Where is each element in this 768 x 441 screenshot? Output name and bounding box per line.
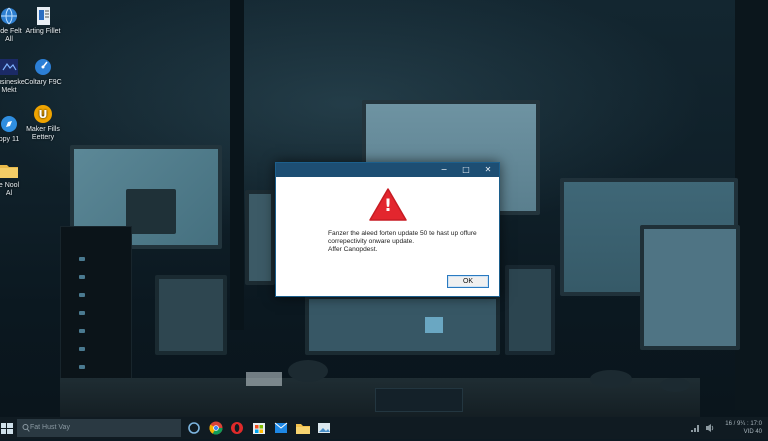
u-badge-icon: U — [33, 104, 53, 124]
desktop-icon-label: All — [5, 36, 13, 43]
chrome-icon[interactable] — [208, 420, 224, 436]
background-monitor — [155, 275, 227, 355]
desktop-icon[interactable]: Coltary F9C — [12, 57, 74, 87]
background-monitor — [505, 265, 555, 355]
close-button[interactable]: ✕ — [477, 163, 499, 177]
svg-text:U: U — [39, 108, 48, 121]
background-pillar — [230, 0, 244, 330]
dialog-message-line: Affer Canopdest. — [328, 246, 378, 253]
background-object — [288, 360, 328, 382]
warning-dialog: − □ ✕ ! Fanzer the aleed forten update 5… — [275, 162, 500, 297]
desktop-icon-label: Coltary F9C — [24, 79, 62, 86]
windows-logo-icon — [1, 423, 13, 434]
warning-icon: ! — [368, 187, 408, 223]
folder-icon — [0, 160, 19, 180]
search-icon — [22, 424, 30, 432]
ok-button[interactable]: OK — [447, 275, 489, 288]
desktop-icon[interactable]: e Nool Al — [0, 160, 40, 198]
desktop-icon-label: e Nool — [0, 182, 20, 189]
desktop-icon-label: Eettery — [31, 134, 55, 141]
taskbar-search-box[interactable]: Fat Hust Vay — [17, 419, 181, 437]
photos-icon[interactable] — [316, 420, 332, 436]
background-monitor — [305, 295, 500, 355]
dialog-message: Fanzer the aleed forten update 50 te has… — [328, 230, 493, 254]
cortana-icon[interactable] — [186, 420, 202, 436]
volume-icon[interactable] — [705, 423, 715, 435]
desktop-icon-label: Al — [5, 190, 13, 197]
file-explorer-icon[interactable] — [295, 420, 311, 436]
taskbar-clock[interactable]: 16 / 9¼ : 17:0 VID 40 — [725, 420, 762, 436]
desktop-icon-label: Arting Fillet — [25, 28, 61, 35]
taskbar: Fat Hust Vay 16 / 9¼ : 17:0 VID 40 — [0, 417, 768, 439]
background-keyboard — [375, 388, 463, 412]
warning-glyph: ! — [384, 196, 392, 216]
background-monitor — [640, 225, 740, 350]
gauge-icon — [33, 57, 53, 77]
desktop-icon[interactable]: U Maker Fills Eettery — [12, 104, 74, 142]
background-object — [590, 370, 632, 388]
desktop-icon-label: Mekt — [1, 87, 17, 94]
background-pc-tower — [60, 226, 132, 388]
start-button[interactable] — [0, 421, 14, 435]
background-pillar — [735, 0, 768, 410]
dialog-titlebar[interactable]: − □ ✕ — [276, 163, 499, 177]
clock-line: VID 40 — [743, 429, 762, 435]
network-icon[interactable] — [690, 423, 700, 435]
minimize-button[interactable]: − — [433, 163, 455, 177]
opera-icon[interactable] — [229, 420, 245, 436]
dialog-message-line: correpectivity onware update. — [328, 238, 415, 245]
mail-icon[interactable] — [273, 420, 289, 436]
desktop-icon-label: Maker Fills — [26, 126, 60, 133]
store-icon[interactable] — [251, 420, 267, 436]
background-object — [660, 378, 690, 392]
maximize-button[interactable]: □ — [455, 163, 477, 177]
background-object — [246, 372, 282, 386]
background-monitor — [245, 190, 275, 285]
document-icon — [33, 6, 53, 26]
clock-line: 16 / 9¼ : 17:0 — [725, 421, 762, 427]
dialog-message-line: Fanzer the aleed forten update 50 te has… — [328, 230, 477, 237]
search-placeholder: Fat Hust Vay — [30, 424, 70, 431]
desktop-icon[interactable]: Arting Fillet — [12, 6, 74, 36]
